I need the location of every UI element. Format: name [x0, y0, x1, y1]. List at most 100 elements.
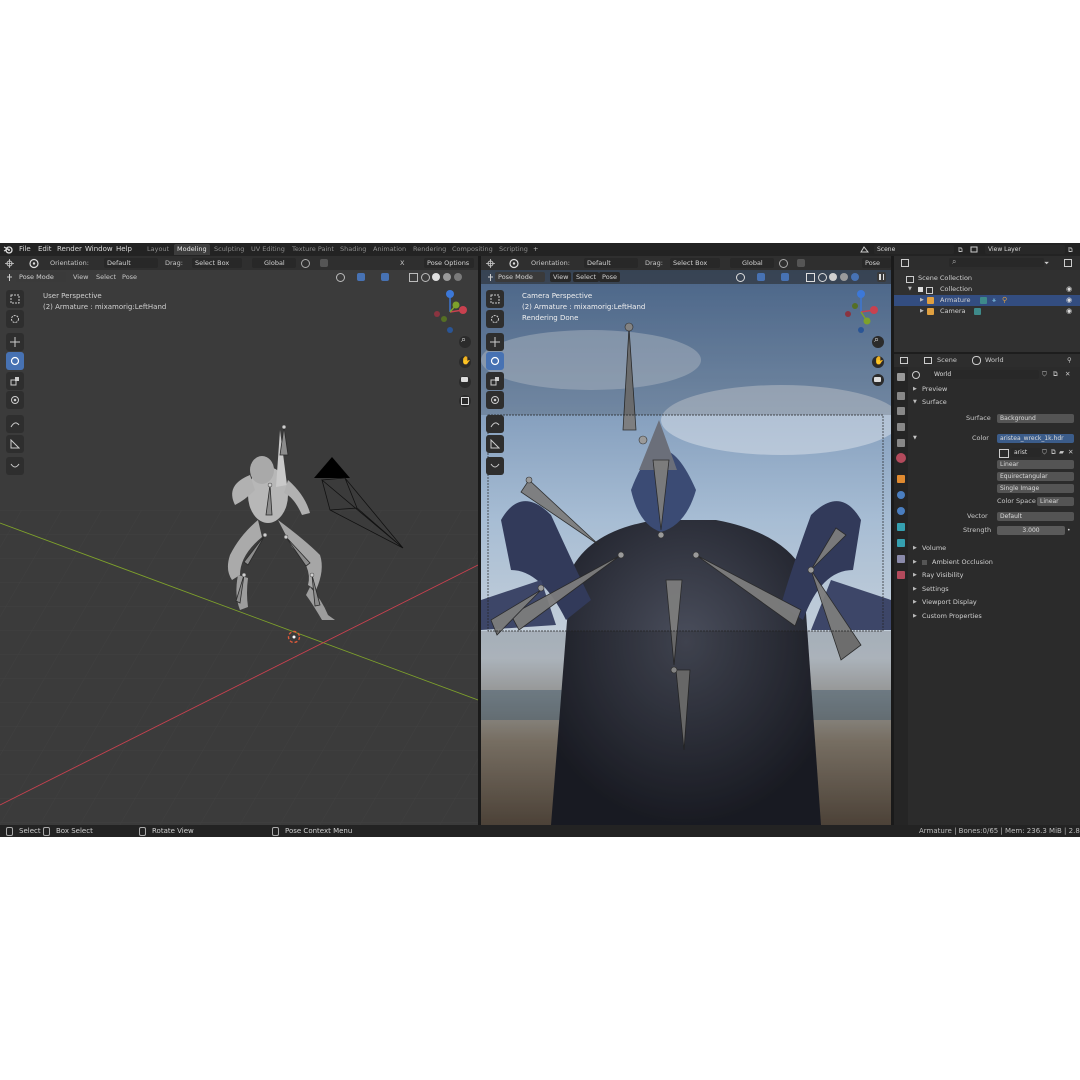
panel-ray-visibility[interactable]: ▶ Ray Visibility — [908, 570, 1080, 581]
drag-dropdown-right[interactable]: Select Box — [670, 258, 720, 268]
tool-measure[interactable] — [6, 435, 24, 453]
outliner-collection[interactable]: ▼ Collection ◉ — [894, 284, 1080, 295]
tab-uv-editing[interactable]: UV Editing — [248, 244, 288, 255]
outliner-editor-icon[interactable] — [901, 259, 909, 267]
tool-pose-relax-right[interactable] — [486, 457, 504, 475]
world-tab-icon[interactable] — [896, 453, 906, 463]
outliner-search-input[interactable]: ⌕ — [949, 257, 1044, 267]
particles-tab-icon[interactable] — [897, 507, 905, 515]
scene-camera-object[interactable] — [300, 450, 410, 550]
gizmo-toggle-icon-right[interactable] — [757, 273, 765, 281]
panel-ambient-occlusion[interactable]: ▶ Ambient Occlusion — [908, 557, 1080, 568]
modifier-tab-icon[interactable] — [897, 491, 905, 499]
blender-logo-icon[interactable] — [3, 245, 13, 254]
pivot-icon[interactable] — [301, 259, 310, 268]
camera-view-button-right[interactable] — [872, 374, 884, 386]
tool-cursor-right[interactable] — [486, 310, 504, 328]
transform-space-dropdown-right[interactable]: Global — [730, 258, 774, 268]
shading-material-icon[interactable] — [443, 273, 451, 281]
menu-window[interactable]: Window — [85, 245, 113, 253]
pan-view-button[interactable]: ✋ — [459, 356, 471, 368]
tool-rotate[interactable] — [6, 352, 24, 370]
expand-icon[interactable]: ▼ — [908, 284, 912, 295]
pose-options-dropdown-right[interactable]: Pose Opti — [862, 258, 891, 268]
menu-edit[interactable]: Edit — [38, 245, 52, 253]
tab-animation[interactable]: Animation — [370, 244, 409, 255]
menu-help[interactable]: Help — [116, 245, 132, 253]
filter-icon[interactable]: ⏷ — [1044, 258, 1049, 268]
pose-menu[interactable]: Pose — [122, 272, 137, 282]
zoom-view-button[interactable]: ⌕ — [459, 335, 471, 348]
expand-icon-camera[interactable]: ▶ — [920, 306, 924, 317]
visibility-icon[interactable] — [336, 273, 345, 282]
left-3d-viewport[interactable]: User Perspective (2) Armature : mixamori… — [0, 270, 478, 825]
mode-dropdown-right[interactable]: Pose Mode — [495, 272, 545, 282]
pose-options-dropdown[interactable]: Pose Options — [424, 258, 474, 268]
snap-icon[interactable] — [320, 259, 328, 267]
strength-slider[interactable]: 3.000 — [997, 526, 1065, 535]
image-duplicate-icon[interactable]: ⧉ — [1051, 447, 1056, 457]
panel-custom-properties[interactable]: ▶ Custom Properties — [908, 611, 1080, 622]
right-3d-viewport-camera[interactable]: Pose Mode View Select Pose Camera Perspe… — [481, 270, 891, 825]
view-layer-selector[interactable]: View Layer — [985, 245, 1065, 254]
snap-icon-right[interactable] — [797, 259, 805, 267]
properties-editor-icon[interactable] — [900, 357, 908, 364]
duplicate-world-icon[interactable]: ⧉ — [1053, 369, 1058, 379]
unlink-world-icon[interactable]: ✕ — [1065, 369, 1070, 379]
active-tool-rotate-icon[interactable] — [28, 258, 40, 269]
shading-rendered-icon[interactable] — [454, 273, 462, 281]
tab-modeling[interactable]: Modeling — [174, 244, 210, 255]
pause-render-button[interactable] — [877, 272, 886, 282]
world-name-field[interactable]: World — [931, 370, 1039, 379]
navigation-gizmo[interactable] — [430, 288, 472, 334]
ao-checkbox[interactable] — [922, 560, 927, 565]
tab-scripting[interactable]: Scripting — [496, 244, 531, 255]
strength-keyframe-icon[interactable]: • — [1067, 526, 1071, 535]
orientation-dropdown[interactable]: Default — [104, 258, 158, 268]
scene-selector[interactable]: Scene — [874, 245, 954, 254]
physics-tab-icon[interactable] — [897, 523, 905, 531]
shading-rendered-icon-right[interactable] — [851, 273, 859, 281]
tool-select-box[interactable] — [6, 290, 24, 308]
tool-annotate[interactable] — [6, 415, 24, 433]
tool-transform-right[interactable] — [486, 391, 504, 409]
drag-dropdown[interactable]: Select Box — [192, 258, 242, 268]
scene-tab-icon[interactable] — [897, 439, 905, 447]
gizmo-toggle-icon[interactable] — [357, 273, 365, 281]
tool-transform[interactable] — [6, 391, 24, 409]
tool-scale-right[interactable] — [486, 372, 504, 390]
camera-view-button[interactable] — [459, 376, 471, 388]
editor-type-icon-right[interactable] — [486, 259, 495, 268]
object-tab-icon[interactable] — [897, 475, 905, 483]
new-collection-icon[interactable] — [1064, 259, 1072, 267]
data-tab-icon[interactable] — [897, 555, 905, 563]
panel-preview[interactable]: ▶ Preview — [908, 384, 1080, 395]
eye-icon[interactable]: ◉ — [1066, 284, 1072, 295]
menu-file[interactable]: File — [19, 245, 31, 253]
tool-pose-relax[interactable] — [6, 457, 24, 475]
mode-dropdown[interactable]: Pose Mode — [16, 272, 66, 282]
fake-user-icon[interactable]: ⛉ — [1042, 369, 1047, 379]
add-workspace-button[interactable]: + — [530, 244, 541, 255]
view-layer-tab-icon[interactable] — [897, 423, 905, 431]
select-menu-right[interactable]: Select — [573, 272, 600, 282]
transform-space-dropdown[interactable]: Global — [252, 258, 296, 268]
select-menu[interactable]: Select — [96, 272, 116, 282]
tool-move-right[interactable] — [486, 333, 504, 351]
outliner-scene-collection[interactable]: Scene Collection — [894, 273, 1080, 284]
shading-material-icon-right[interactable] — [840, 273, 848, 281]
xray-toggle-icon-right[interactable] — [806, 273, 815, 282]
pan-view-button-right[interactable]: ✋ — [872, 356, 884, 368]
tool-rotate-right[interactable] — [486, 352, 504, 370]
image-icon[interactable] — [999, 449, 1009, 458]
tab-texture-paint[interactable]: Texture Paint — [289, 244, 337, 255]
tool-move[interactable] — [6, 333, 24, 351]
shading-wireframe-icon-right[interactable] — [818, 273, 827, 282]
eye-icon-camera[interactable]: ◉ — [1066, 306, 1072, 317]
image-open-folder-icon[interactable]: ▰ — [1059, 447, 1064, 457]
texture-tab-icon[interactable] — [897, 571, 905, 579]
render-tab-icon[interactable] — [897, 392, 905, 400]
shading-wireframe-icon[interactable] — [421, 273, 430, 282]
tab-layout[interactable]: Layout — [144, 244, 172, 255]
constraints-tab-icon[interactable] — [897, 539, 905, 547]
